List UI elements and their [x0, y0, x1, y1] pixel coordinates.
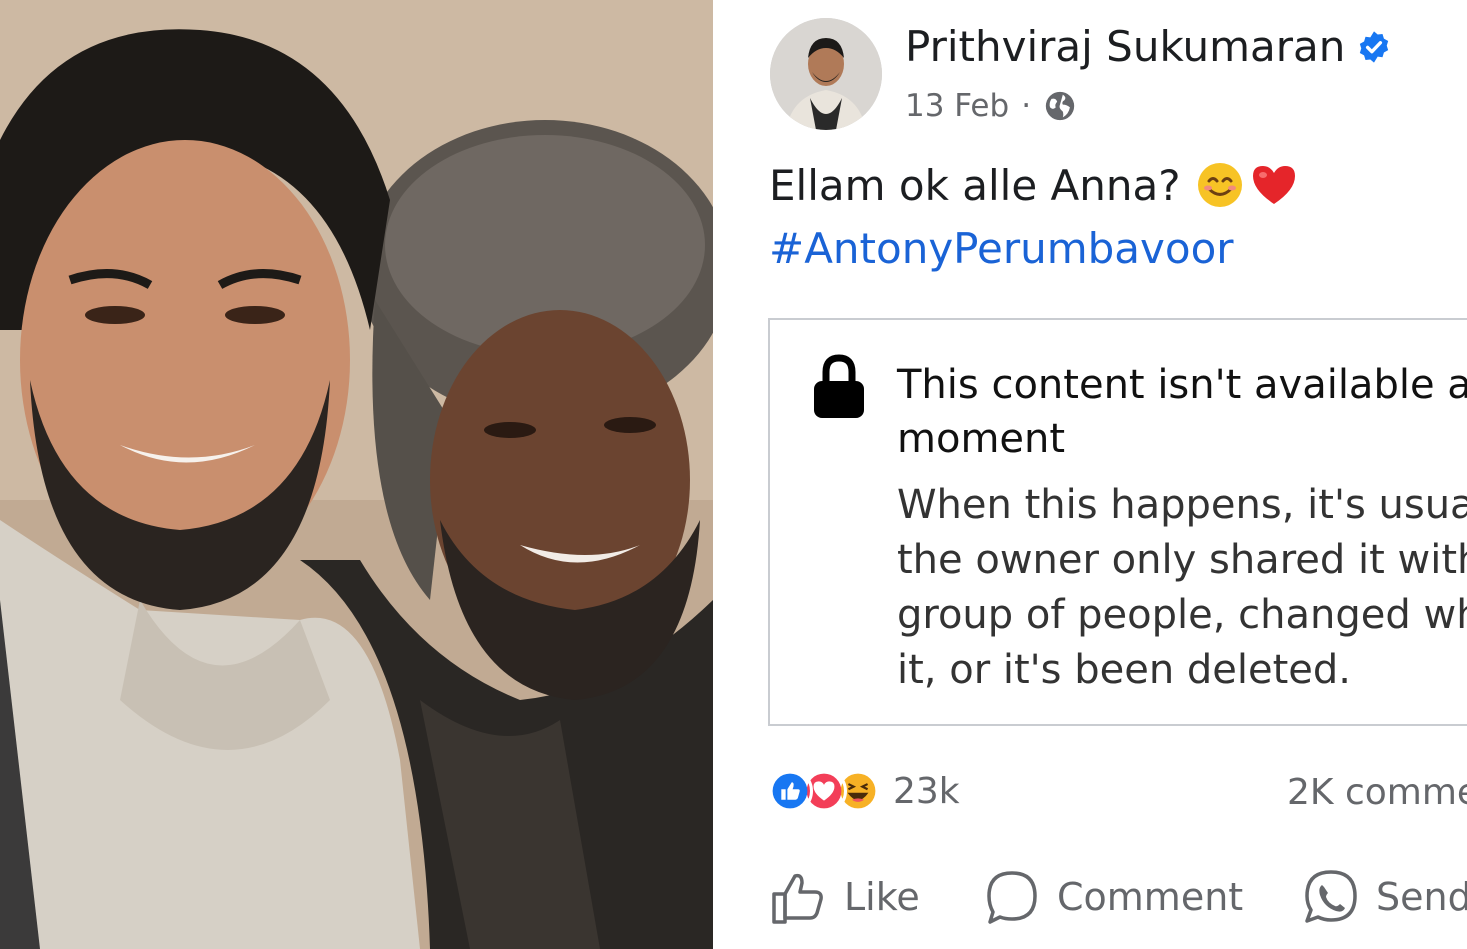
- unavailable-title-line: moment: [897, 416, 1066, 462]
- smiling-face-emoji: [1197, 163, 1242, 207]
- like-button[interactable]: Like: [770, 868, 920, 926]
- globe-icon[interactable]: [1043, 89, 1077, 123]
- avatar[interactable]: [770, 18, 882, 130]
- unavailable-body-line: it, or it's been deleted.: [897, 647, 1352, 693]
- post-photo[interactable]: [0, 0, 713, 949]
- unavailable-description: When this happens, it's usuall the owner…: [897, 478, 1467, 698]
- red-heart-emoji: [1252, 166, 1295, 204]
- send-button[interactable]: Send: [1302, 868, 1467, 926]
- post-text: Ellam ok alle Anna?: [769, 160, 1181, 210]
- whatsapp-icon: [1305, 870, 1357, 923]
- unavailable-title: This content isn't available at moment: [897, 358, 1467, 466]
- send-label: Send: [1376, 875, 1467, 919]
- unavailable-title-line: This content isn't available at: [897, 362, 1467, 408]
- like-reaction-icon: [767, 768, 813, 814]
- like-label: Like: [844, 875, 920, 919]
- comment-icon: [987, 871, 1037, 924]
- post-date[interactable]: 13 Feb: [905, 88, 1009, 124]
- comment-label: Comment: [1057, 875, 1244, 919]
- reactions-count[interactable]: 23k: [893, 771, 960, 812]
- comment-button[interactable]: Comment: [983, 868, 1243, 926]
- author-name[interactable]: Prithviraj Sukumaran: [905, 22, 1345, 71]
- author-name-row[interactable]: Prithviraj Sukumaran: [905, 22, 1391, 71]
- comments-count[interactable]: 2K comme: [1287, 772, 1467, 813]
- unavailable-body-line: group of people, changed wh: [897, 592, 1467, 638]
- post-meta: 13 Feb ·: [905, 88, 1077, 124]
- reactions-summary[interactable]: 23k: [767, 768, 960, 814]
- facebook-post: Prithviraj Sukumaran 13 Feb · Ellam ok a…: [713, 0, 1467, 949]
- content-unavailable-card: This content isn't available at moment W…: [768, 318, 1467, 726]
- unavailable-body-line: When this happens, it's usuall: [897, 482, 1467, 528]
- unavailable-body-line: the owner only shared it with: [897, 537, 1467, 583]
- photo-illustration: [0, 0, 713, 949]
- thumbs-up-icon: [772, 873, 823, 924]
- verified-badge-icon: [1360, 30, 1389, 63]
- meta-separator: ·: [1021, 88, 1032, 124]
- post-text-row: Ellam ok alle Anna?: [769, 160, 1299, 210]
- post-actions-bar: Like Comment Send: [770, 868, 1467, 932]
- hashtag-link[interactable]: #AntonyPerumbavoor: [769, 224, 1234, 273]
- lock-icon: [814, 354, 864, 418]
- avatar-image: [770, 18, 882, 130]
